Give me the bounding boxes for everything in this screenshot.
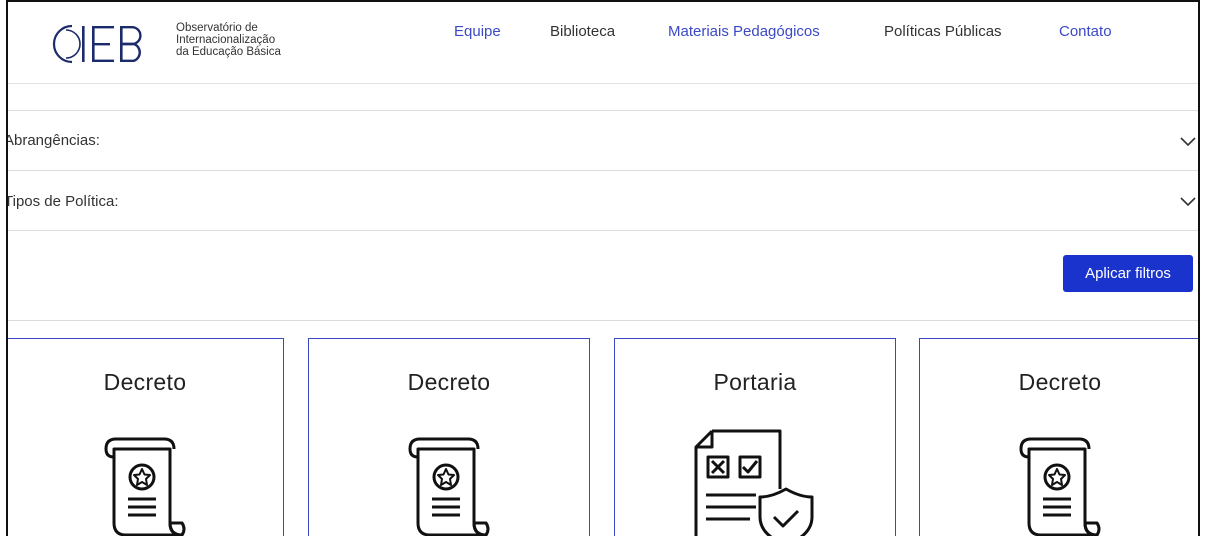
scroll-document-icon xyxy=(408,437,490,536)
nav-politicas-publicas[interactable]: Políticas Públicas xyxy=(884,23,1002,40)
card-title: Decreto xyxy=(407,369,491,395)
policy-card[interactable]: Portaria xyxy=(614,338,896,536)
checklist-shield-icon xyxy=(694,429,814,536)
scroll-document-icon xyxy=(1019,437,1101,536)
section-divider xyxy=(8,320,1198,321)
site-header: Observatório de Internacionalização da E… xyxy=(8,2,1198,84)
policy-card[interactable]: Decreto xyxy=(308,338,590,536)
filters-accordion: Abrangências: Tipos de Política: xyxy=(6,110,1198,231)
filter-abrangencias-label: Abrangências: xyxy=(6,132,100,149)
chevron-down-icon[interactable] xyxy=(1179,132,1197,150)
card-title: Decreto xyxy=(1018,369,1102,395)
nav-contato[interactable]: Contato xyxy=(1059,23,1112,40)
scroll-document-icon xyxy=(104,437,186,536)
page-frame: Observatório de Internacionalização da E… xyxy=(6,0,1200,536)
nav-biblioteca[interactable]: Biblioteca xyxy=(550,23,615,40)
logo-line-3: da Educação Básica xyxy=(176,46,281,58)
main-nav: Equipe Biblioteca Materiais Pedagógicos … xyxy=(8,23,1198,43)
filter-abrangencias[interactable]: Abrangências: xyxy=(6,111,1198,171)
nav-materiais-pedagogicos[interactable]: Materiais Pedagógicos xyxy=(668,23,820,40)
policy-card[interactable]: Decreto xyxy=(919,338,1198,536)
filter-tipos-de-politica[interactable]: Tipos de Política: xyxy=(6,171,1198,231)
chevron-down-icon[interactable] xyxy=(1179,192,1197,210)
apply-filters-button[interactable]: Aplicar filtros xyxy=(1063,255,1193,292)
policy-card[interactable]: Decreto xyxy=(8,338,284,536)
filter-tipos-label: Tipos de Política: xyxy=(6,192,119,210)
nav-equipe[interactable]: Equipe xyxy=(454,23,501,40)
card-title: Portaria xyxy=(713,369,797,395)
card-title: Decreto xyxy=(103,369,187,395)
